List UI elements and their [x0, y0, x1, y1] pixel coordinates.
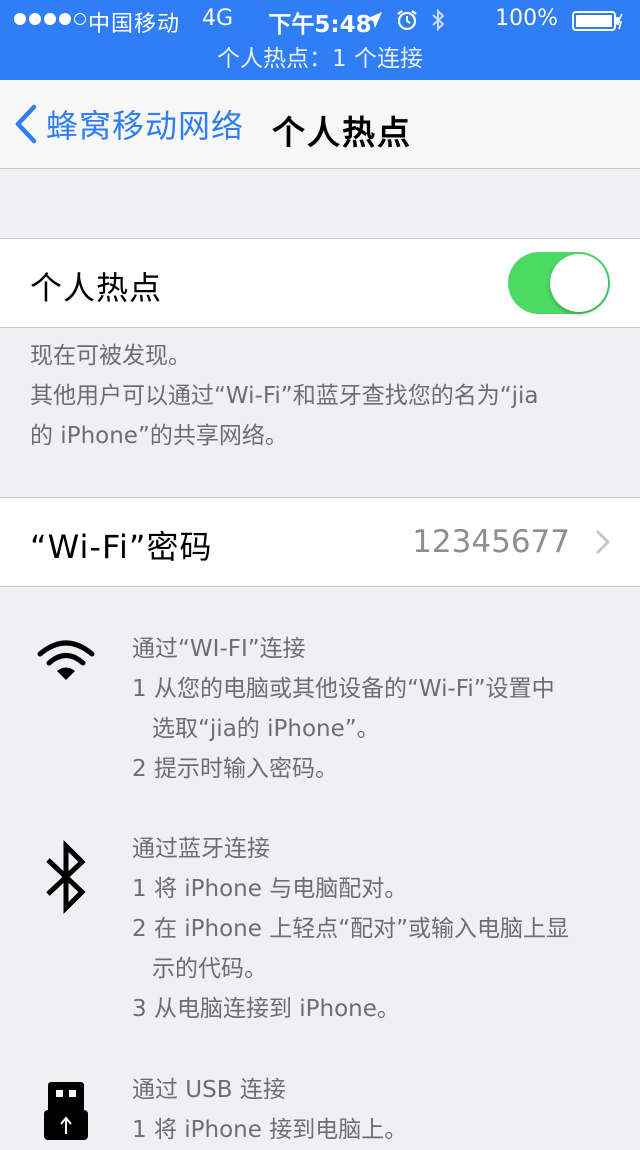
instruction-step: 1 将 iPhone 接到电脑上。: [132, 1117, 408, 1143]
instruction-step: 选取“jia的 iPhone”。: [152, 716, 380, 742]
back-button-label: 蜂窝移动网络: [46, 107, 245, 145]
instruction-step: 1 从您的电脑或其他设备的“Wi-Fi”设置中: [132, 676, 555, 702]
bluetooth-icon: [432, 8, 445, 32]
instruction-title: 通过 USB 连接: [132, 1077, 286, 1103]
discoverable-line: 现在可被发现。: [30, 343, 191, 369]
chevron-left-icon: [15, 104, 37, 144]
discoverable-line: 的 iPhone”的共享网络。: [30, 423, 288, 449]
wifi-password-row[interactable]: “Wi-Fi”密码 12345677: [0, 497, 640, 587]
hotspot-toggle-row: 个人热点: [0, 238, 640, 328]
instruction-step: 2 在 iPhone 上轻点“配对”或输入电脑上显: [132, 916, 570, 942]
instruction-title: 通过蓝牙连接: [132, 836, 270, 862]
back-button[interactable]: 蜂窝移动网络: [14, 100, 244, 148]
usb-instructions: 通过 USB 连接 1 将 iPhone 接到电脑上。: [132, 1070, 622, 1150]
instruction-step: 3 从电脑连接到 iPhone。: [132, 996, 400, 1022]
usb-icon: [44, 1082, 88, 1140]
battery-percentage: 100%: [495, 6, 558, 31]
status-bar: 中国移动 4G 下午5:48 100% 个人热点：1 个连接: [0, 0, 640, 80]
navigation-bar: 蜂窝移动网络 个人热点: [0, 80, 640, 169]
wifi-instructions: 通过“WI-FI”连接 1 从您的电脑或其他设备的“Wi-Fi”设置中 选取“j…: [132, 629, 622, 789]
toggle-knob: [550, 254, 608, 312]
bluetooth-icon: [46, 839, 86, 915]
hotspot-toggle-label: 个人热点: [30, 269, 163, 307]
instruction-step: 示的代码。: [152, 956, 267, 982]
status-bar-row: 中国移动 4G 下午5:48 100%: [0, 0, 640, 40]
instruction-step: 1 将 iPhone 与电脑配对。: [132, 876, 408, 902]
discoverable-footer: 现在可被发现。 其他用户可以通过“Wi-Fi”和蓝牙查找您的名为“jia 的 i…: [30, 336, 620, 456]
chevron-right-icon: [596, 530, 610, 554]
hotspot-connection-banner[interactable]: 个人热点：1 个连接: [0, 40, 640, 80]
location-arrow-icon: [366, 12, 382, 28]
alarm-clock-icon: [397, 10, 417, 31]
discoverable-line: 其他用户可以通过“Wi-Fi”和蓝牙查找您的名为“jia: [30, 383, 539, 409]
wifi-password-value: 12345677: [412, 524, 570, 560]
instruction-title: 通过“WI-FI”连接: [132, 636, 306, 662]
page-title: 个人热点: [272, 113, 412, 152]
hotspot-toggle-switch[interactable]: [508, 252, 610, 314]
wifi-password-label: “Wi-Fi”密码: [30, 528, 213, 566]
wifi-icon: [37, 640, 95, 680]
battery-icon: [572, 11, 623, 31]
status-icons: [364, 8, 446, 32]
bluetooth-instructions: 通过蓝牙连接 1 将 iPhone 与电脑配对。 2 在 iPhone 上轻点“…: [132, 829, 622, 1029]
instruction-step: 2 提示时输入密码。: [132, 756, 338, 782]
